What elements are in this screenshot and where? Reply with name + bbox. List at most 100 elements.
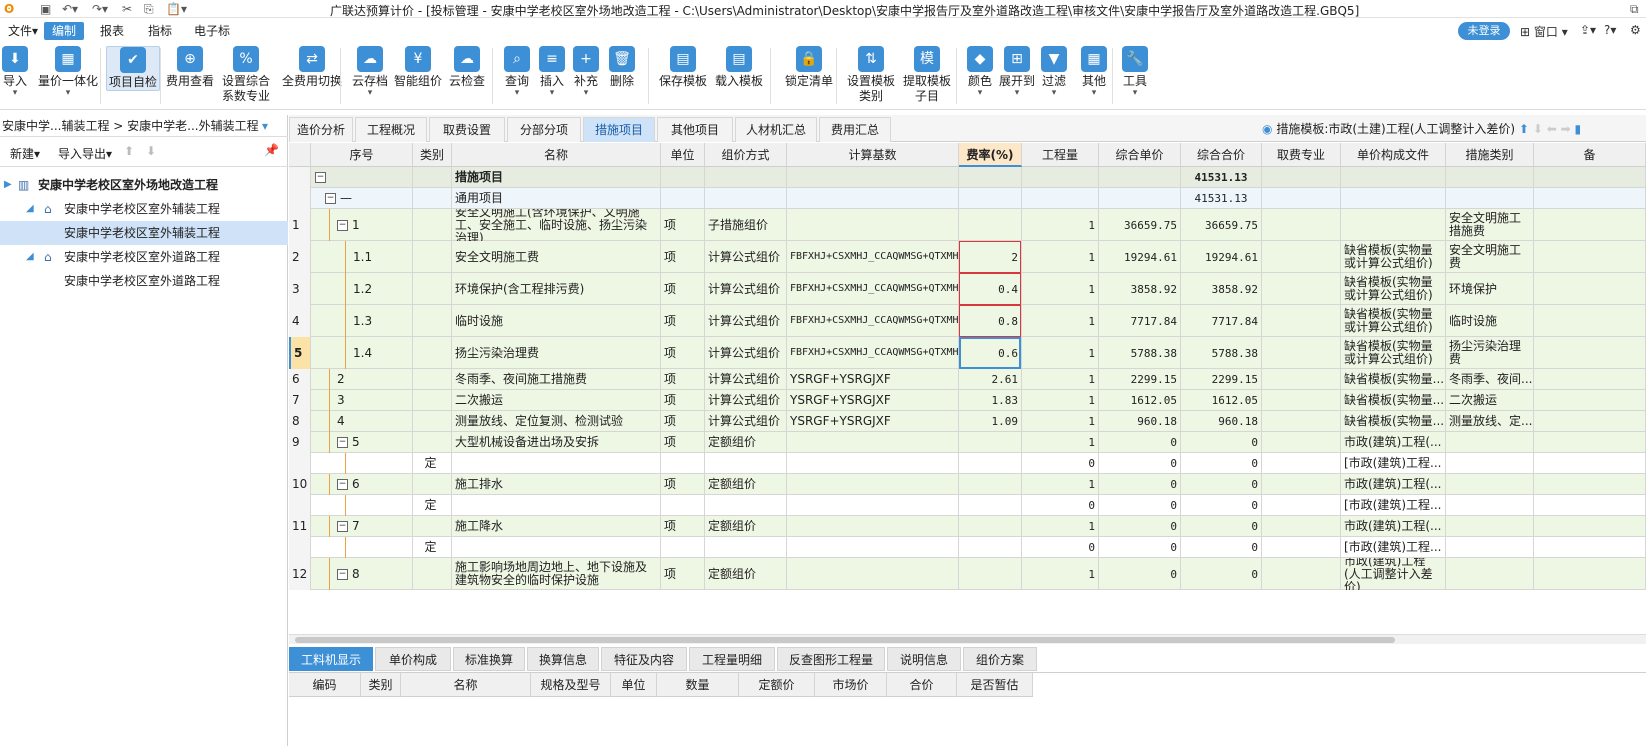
cell-qty[interactable]: 1	[1022, 273, 1099, 305]
cell-spec[interactable]	[1262, 558, 1341, 590]
cell-rate[interactable]	[959, 537, 1022, 558]
ribbon-button-18[interactable]: ◆ 颜色 ▾	[964, 46, 996, 98]
cell-extra[interactable]	[1534, 305, 1646, 337]
cell-file[interactable]: [市政(建筑)工程...	[1341, 495, 1446, 516]
tab-4[interactable]: 措施项目	[583, 117, 655, 142]
cell-qty[interactable]: 1	[1022, 241, 1099, 273]
cell-total[interactable]: 0	[1181, 516, 1262, 537]
tree-item[interactable]: 安康中学老校区室外道路工程	[0, 269, 288, 293]
collapse-toggle-icon[interactable]: −	[325, 193, 336, 204]
table-row[interactable]: 7 3 二次搬运 项 计算公式组价 YSRGF+YSRGJXF 1.83 1 1612.05 16…	[289, 390, 1646, 411]
cell-base[interactable]	[787, 188, 959, 209]
ribbon-button-13[interactable]: ▤ 保存模板	[656, 46, 710, 89]
ribbon-button-0[interactable]: ⬇ 导入 ▾	[0, 46, 30, 98]
cell-file[interactable]: 市政(建筑)工程(人工调整计入差价)	[1341, 558, 1446, 590]
cell-method[interactable]	[705, 537, 787, 558]
table-row[interactable]: 3 1.2 环境保护(含工程排污费) 项 计算公式组价 FBFXHJ+CSXMHJ_CCA…	[289, 273, 1646, 305]
cell-price[interactable]: 1612.05	[1099, 390, 1181, 411]
ribbon-button-16[interactable]: ⇅ 设置模板 类别	[844, 46, 898, 104]
cell-rate[interactable]	[959, 558, 1022, 590]
ribbon-button-22[interactable]: 🔧 工具 ▾	[1120, 46, 1150, 98]
ribbon-button-9[interactable]: ⌕ 查询 ▾	[500, 46, 534, 98]
collapse-toggle-icon[interactable]: −	[337, 437, 348, 448]
cell-qty[interactable]: 1	[1022, 337, 1099, 369]
material-column-header[interactable]: 市场价	[815, 673, 887, 697]
restore-icon[interactable]: ⧉	[1630, 2, 1639, 17]
cell-rate[interactable]: 1.09	[959, 411, 1022, 432]
tab-6[interactable]: 人材机汇总	[735, 117, 817, 142]
menu-4[interactable]: 电子标	[186, 22, 238, 40]
cell-price[interactable]	[1099, 167, 1181, 188]
cell-cat[interactable]	[1446, 558, 1534, 590]
cell-unit[interactable]: 项	[661, 411, 705, 432]
cell-name[interactable]: 测量放线、定位复测、检测试验	[452, 411, 661, 432]
login-button[interactable]: 未登录	[1458, 22, 1510, 40]
column-header[interactable]: 类别	[413, 143, 452, 167]
cell-qty[interactable]	[1022, 188, 1099, 209]
ribbon-button-3[interactable]: ⊕ 费用查看	[164, 46, 216, 89]
detail-tab-2[interactable]: 标准换算	[453, 647, 525, 671]
cell-price[interactable]: 36659.75	[1099, 209, 1181, 241]
collapse-toggle-icon[interactable]: −	[337, 219, 348, 231]
cell-rate[interactable]	[959, 495, 1022, 516]
cell-name[interactable]: 二次搬运	[452, 390, 661, 411]
cell-file[interactable]: [市政(建筑)工程...	[1341, 453, 1446, 474]
cell-rate[interactable]	[959, 474, 1022, 495]
cell-qty[interactable]: 1	[1022, 516, 1099, 537]
arrow-right-icon[interactable]: ➡	[1561, 122, 1571, 136]
cell-cat[interactable]: 安全文明施工措施费	[1446, 209, 1534, 241]
detail-tab-8[interactable]: 组价方案	[963, 647, 1037, 671]
detail-tab-1[interactable]: 单价构成	[375, 647, 451, 671]
detail-tab-7[interactable]: 说明信息	[887, 647, 961, 671]
cell-extra[interactable]	[1534, 369, 1646, 390]
cell-total[interactable]: 960.18	[1181, 411, 1262, 432]
cell-rate[interactable]	[959, 453, 1022, 474]
cell-price[interactable]: 0	[1099, 537, 1181, 558]
cell-qty[interactable]: 1	[1022, 369, 1099, 390]
column-header[interactable]: 序号	[311, 143, 413, 167]
cell-rate[interactable]: 0.4	[959, 273, 1022, 305]
expand-arrow-icon[interactable]: ◢	[26, 245, 34, 269]
cell-qty[interactable]: 1	[1022, 474, 1099, 495]
ribbon-button-6[interactable]: ☁ 云存档 ▾	[350, 46, 390, 98]
column-header[interactable]: 名称	[452, 143, 661, 167]
cell-file[interactable]: 市政(建筑)工程(...	[1341, 432, 1446, 453]
cell-price[interactable]: 0	[1099, 432, 1181, 453]
collapse-toggle-icon[interactable]: −	[337, 568, 348, 580]
cell-unit[interactable]: 项	[661, 558, 705, 590]
cell-unit[interactable]: 项	[661, 209, 705, 241]
cell-spec[interactable]	[1262, 411, 1341, 432]
column-header[interactable]: 工程量	[1022, 143, 1099, 167]
cell-extra[interactable]	[1534, 241, 1646, 273]
arrow-up-icon[interactable]: ⬆	[1519, 122, 1529, 136]
cell-price[interactable]: 0	[1099, 516, 1181, 537]
cell-base[interactable]: YSRGF+YSRGJXF	[787, 390, 959, 411]
cell-unit[interactable]: 项	[661, 432, 705, 453]
cell-price[interactable]: 19294.61	[1099, 241, 1181, 273]
detail-tab-4[interactable]: 特征及内容	[601, 647, 687, 671]
cell-unit[interactable]	[661, 453, 705, 474]
tab-7[interactable]: 费用汇总	[819, 117, 891, 142]
cell-qty[interactable]: 1	[1022, 411, 1099, 432]
cell-extra[interactable]	[1534, 390, 1646, 411]
cell-rate[interactable]: 0.8	[959, 305, 1022, 337]
ribbon-button-15[interactable]: 🔒 锁定清单	[778, 46, 840, 89]
cell-rate[interactable]	[959, 516, 1022, 537]
cell-price[interactable]: 960.18	[1099, 411, 1181, 432]
scrollbar-thumb[interactable]	[295, 637, 1395, 643]
cell-cat[interactable]: 二次搬运	[1446, 390, 1534, 411]
tree-item[interactable]: ⌂ ◢ 安康中学老校区室外辅装工程	[0, 197, 288, 221]
cell-file[interactable]: 缺省模板(实物量或计算公式组价)	[1341, 241, 1446, 273]
pin-icon[interactable]: 📌	[264, 143, 279, 157]
column-header[interactable]	[289, 143, 311, 167]
cell-unit[interactable]	[661, 188, 705, 209]
chevron-down-icon[interactable]: ▾	[262, 115, 268, 136]
cell-extra[interactable]	[1534, 453, 1646, 474]
table-row[interactable]: 11−7 施工降水项定额组价 1 0 0 市政(建筑)工程(...	[289, 516, 1646, 537]
cell-spec[interactable]	[1262, 453, 1341, 474]
cell-extra[interactable]	[1534, 516, 1646, 537]
cell-unit[interactable]: 项	[661, 241, 705, 273]
cell-extra[interactable]	[1534, 432, 1646, 453]
cell-unit[interactable]: 项	[661, 390, 705, 411]
material-column-header[interactable]: 编码	[289, 673, 361, 697]
